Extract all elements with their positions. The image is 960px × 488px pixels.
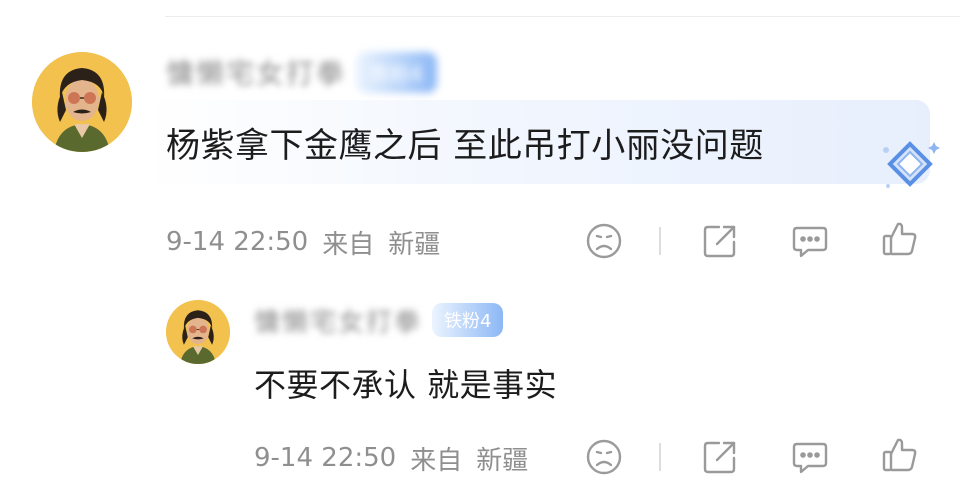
reply-avatar[interactable] bbox=[166, 300, 230, 364]
reply-fan-badge: 铁粉4 bbox=[432, 303, 504, 337]
comment-fan-badge-label: 铁粉4 bbox=[370, 61, 423, 86]
comment-time: 9-14 22:50 bbox=[166, 227, 309, 257]
comment-avatar[interactable] bbox=[32, 52, 132, 152]
comment-from-label: 来自 bbox=[322, 229, 375, 260]
share-icon[interactable] bbox=[700, 221, 740, 261]
comment-icon[interactable] bbox=[790, 221, 830, 261]
comment-username[interactable]: 慵懒宅女打拳 bbox=[166, 52, 346, 92]
reply-time: 9-14 22:50 bbox=[254, 443, 397, 473]
like-icon[interactable] bbox=[880, 435, 920, 475]
reply-location: 新疆 bbox=[476, 445, 529, 476]
sad-face-icon[interactable] bbox=[584, 437, 624, 477]
action-divider bbox=[659, 443, 661, 471]
comment-location: 新疆 bbox=[388, 229, 441, 260]
comment-meta: 9-14 22:50 来自 新疆 bbox=[166, 222, 454, 262]
share-icon[interactable] bbox=[700, 437, 740, 477]
reply-from-label: 来自 bbox=[410, 445, 463, 476]
like-icon[interactable] bbox=[880, 219, 920, 259]
diamond-decoration-icon bbox=[878, 136, 942, 192]
comment-fan-badge: 铁粉4 bbox=[356, 51, 437, 93]
reply-text: 不要不承认 就是事实 bbox=[254, 366, 558, 404]
sad-face-icon[interactable] bbox=[584, 221, 624, 261]
comment-text: 杨紫拿下金鹰之后 至此吊打小丽没问题 bbox=[166, 126, 764, 166]
reply-meta: 9-14 22:50 来自 新疆 bbox=[254, 438, 542, 478]
comment-icon[interactable] bbox=[790, 437, 830, 477]
action-divider bbox=[659, 227, 661, 255]
reply-fan-badge-label: 铁粉4 bbox=[444, 311, 492, 332]
reply-username[interactable]: 慵懒宅女打拳 bbox=[254, 302, 422, 339]
reply-username-row: 慵懒宅女打拳 铁粉4 bbox=[254, 302, 504, 339]
comment-username-row: 慵懒宅女打拳 铁粉4 bbox=[166, 51, 437, 93]
top-divider bbox=[165, 16, 960, 17]
